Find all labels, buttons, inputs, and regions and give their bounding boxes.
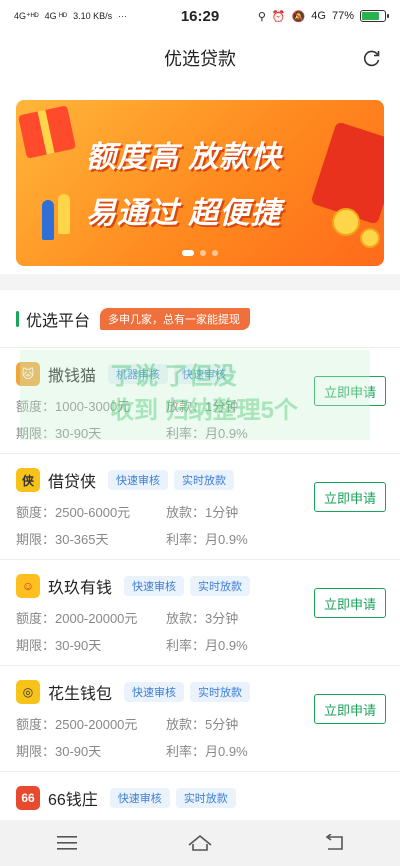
cat-logo-icon: 🐱 bbox=[16, 362, 40, 386]
carousel-dot[interactable] bbox=[200, 250, 206, 256]
term-text: 期限：30-365天 bbox=[16, 532, 109, 547]
rate-text: 利率：月0.9% bbox=[166, 638, 248, 653]
list-item: 侠 借贷侠 快速审核 实时放款 额度：2500-6000元 放款：1分钟 期限：… bbox=[0, 454, 400, 560]
refresh-icon[interactable] bbox=[362, 48, 382, 68]
loan-time-text: 放款：1分钟 bbox=[166, 399, 239, 414]
term-text: 期限：30-90天 bbox=[16, 638, 102, 653]
coin-illustration bbox=[360, 228, 380, 248]
banner-section: 额度高 放款快 易通过 超便捷 bbox=[0, 84, 400, 274]
review-badge: 快速审核 bbox=[108, 470, 169, 490]
system-nav-bar bbox=[0, 820, 400, 866]
mute-icon: 🔕 bbox=[291, 10, 306, 23]
term-text: 期限：30-90天 bbox=[16, 426, 102, 441]
carousel-dot[interactable] bbox=[212, 250, 218, 256]
quota-text: 额度：2500-20000元 bbox=[16, 717, 138, 732]
rate-text: 利率：月0.9% bbox=[166, 426, 248, 441]
list-item: ◎ 花生钱包 快速审核 实时放款 额度：2500-20000元 放款：5分钟 期… bbox=[0, 666, 400, 772]
platform-name: 66钱庄 bbox=[48, 792, 98, 809]
promo-banner[interactable]: 额度高 放款快 易通过 超便捷 bbox=[16, 100, 384, 266]
payout-badge: 实时放款 bbox=[175, 788, 236, 808]
home-button[interactable] bbox=[180, 828, 220, 858]
term-text: 期限：30-90天 bbox=[16, 744, 102, 759]
platform-name: 玖玖有钱 bbox=[48, 580, 113, 597]
section-accent-bar bbox=[16, 310, 19, 327]
section-header: 优选平台 多申几家，总有一家能提现 bbox=[0, 290, 400, 348]
battery-percent: 77% bbox=[331, 10, 354, 22]
loan-time-text: 放款：1分钟 bbox=[166, 505, 239, 520]
network-indicator-1: 4G⁺ᴴᴰ bbox=[14, 10, 39, 21]
coin-illustration bbox=[332, 208, 360, 236]
apply-button[interactable]: 立即申请 bbox=[314, 376, 386, 406]
review-badge: 机器审核 bbox=[108, 364, 169, 384]
network-speed: 3.10 KB/s bbox=[73, 11, 113, 21]
quota-text: 额度：1000-3000元 bbox=[16, 399, 131, 414]
status-right: ⚲ ⏰ 🔕 4G 77% bbox=[257, 10, 389, 23]
platform-name: 借贷侠 bbox=[48, 474, 97, 491]
rate-text: 利率：月0.9% bbox=[166, 744, 248, 759]
menu-icon bbox=[56, 836, 77, 850]
home-icon bbox=[188, 834, 212, 851]
review-badge: 快速审核 bbox=[109, 788, 170, 808]
list-item: ☺ 玖玖有钱 快速审核 实时放款 额度：2000-20000元 放款：3分钟 期… bbox=[0, 560, 400, 666]
smiley-logo-icon: ☺ bbox=[16, 574, 40, 598]
platform-name: 撒钱猫 bbox=[48, 368, 97, 385]
back-icon bbox=[325, 834, 344, 850]
quota-text: 额度：2500-6000元 bbox=[16, 505, 131, 520]
banner-line-2: 易通过 超便捷 bbox=[86, 197, 282, 230]
list-item: 🐱 撒钱猫 机器审核 快速审核 额度：1000-3000元 放款：1分钟 期限：… bbox=[0, 348, 400, 454]
section-title: 优选平台 bbox=[26, 312, 91, 330]
page-title: 优选贷款 bbox=[164, 49, 236, 69]
apply-button[interactable]: 立即申请 bbox=[314, 588, 386, 618]
person-illustration bbox=[42, 200, 54, 240]
review-badge: 快速审核 bbox=[174, 364, 235, 384]
loan-time-text: 放款：3分钟 bbox=[166, 611, 239, 626]
menu-button[interactable] bbox=[47, 828, 87, 858]
more-dots: ··· bbox=[118, 11, 128, 21]
battery-level bbox=[362, 12, 379, 20]
carousel-dot[interactable] bbox=[182, 250, 194, 256]
peanut-logo-icon: ◎ bbox=[16, 680, 40, 704]
status-left: 4G⁺ᴴᴰ 4G ᴴᴰ 3.10 KB/s ··· bbox=[14, 11, 127, 22]
network-indicator-3: 4G bbox=[311, 10, 326, 22]
banner-line-1: 额度高 放款快 bbox=[86, 141, 282, 174]
payout-badge: 实时放款 bbox=[190, 576, 251, 596]
person-illustration bbox=[58, 194, 70, 234]
apply-button[interactable]: 立即申请 bbox=[314, 482, 386, 512]
review-badge: 快速审核 bbox=[124, 682, 185, 702]
rate-text: 利率：月0.9% bbox=[166, 532, 248, 547]
apply-button[interactable]: 立即申请 bbox=[314, 694, 386, 724]
review-badge: 快速审核 bbox=[124, 576, 185, 596]
battery-icon bbox=[360, 10, 389, 22]
section-tag: 多申几家，总有一家能提现 bbox=[100, 307, 251, 330]
loan-time-text: 放款：5分钟 bbox=[166, 717, 239, 732]
quota-text: 额度：2000-20000元 bbox=[16, 611, 138, 626]
network-indicator-2: 4G ᴴᴰ bbox=[44, 11, 68, 21]
payout-badge: 实时放款 bbox=[190, 682, 251, 702]
platform-name: 花生钱包 bbox=[48, 686, 113, 703]
location-icon: ⚲ bbox=[257, 10, 266, 23]
app-header: 优选贷款 bbox=[0, 32, 400, 84]
jiedaixia-logo-icon: 侠 bbox=[16, 468, 40, 492]
carousel-dots bbox=[16, 250, 384, 256]
alarm-icon: ⏰ bbox=[271, 10, 286, 23]
gift-box-illustration bbox=[17, 105, 77, 159]
platform-section: 优选平台 多申几家，总有一家能提现 🐱 撒钱猫 机器审核 快速审核 额度：100… bbox=[0, 290, 400, 820]
status-bar: 4G⁺ᴴᴰ 4G ᴴᴰ 3.10 KB/s ··· 16:29 ⚲ ⏰ 🔕 4G… bbox=[0, 0, 400, 32]
back-button[interactable] bbox=[313, 828, 353, 858]
66-logo-icon: 66 bbox=[16, 786, 40, 810]
payout-badge: 实时放款 bbox=[174, 470, 235, 490]
